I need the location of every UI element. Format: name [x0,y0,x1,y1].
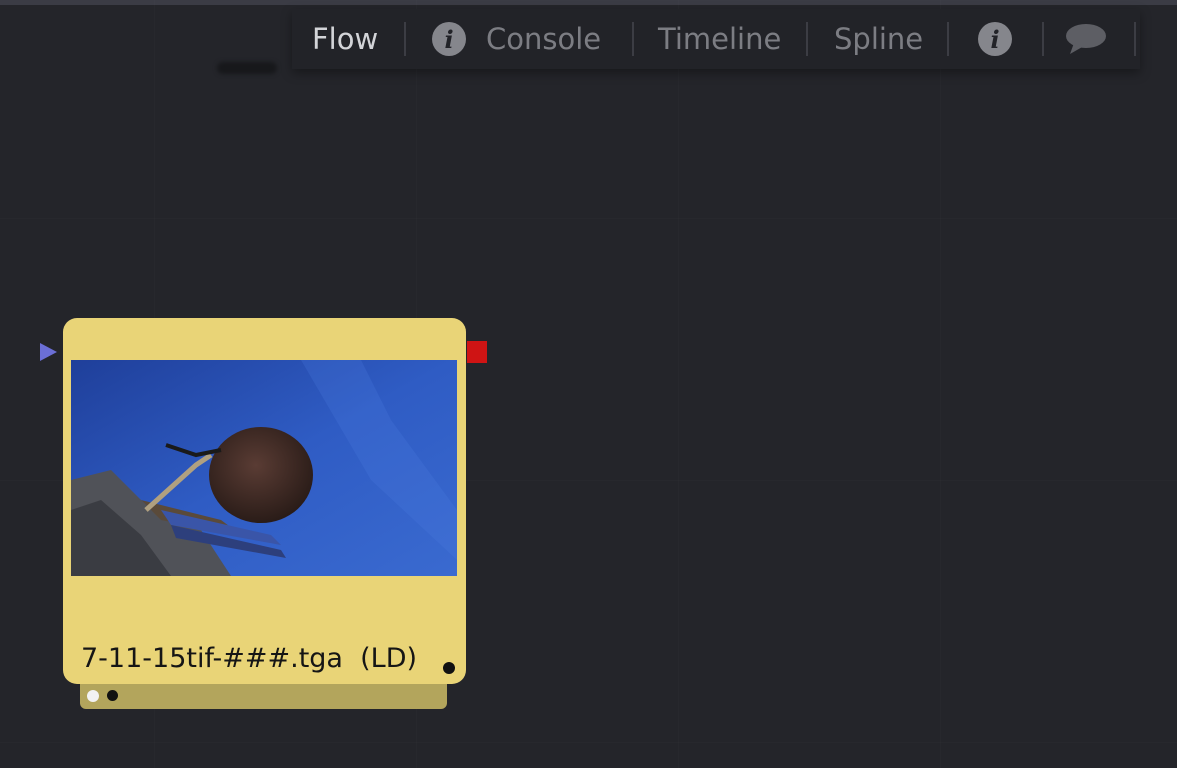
node-status-dot [443,662,455,674]
tab-console-label: Console [486,22,602,56]
speech-bubble-icon [1066,24,1106,54]
tab-timeline-label: Timeline [658,22,782,56]
node-input-arrow[interactable] [40,343,57,361]
tab-separator [1042,22,1044,56]
tab-spline[interactable]: Spline [834,9,923,69]
node-thumbnail [71,360,457,576]
node-settings-tab[interactable] [80,682,447,709]
node-view-indicator-left[interactable] [87,690,99,702]
tab-flow-label: Flow [312,22,379,56]
panel-stub [217,62,277,74]
tab-console[interactable]: i Console [432,9,601,69]
tab-separator [806,22,808,56]
node-view-indicator-right[interactable] [107,690,118,701]
thumbnail-image [71,360,457,576]
node-output-port[interactable] [467,341,487,363]
node-title: 7-11-15tif-###.tga (LD) [81,643,418,674]
info-button[interactable]: i [978,9,1012,69]
tab-separator [1134,22,1136,56]
panel-tab-bar: Flow i Console Timeline Spline i [292,9,1140,69]
info-icon: i [978,22,1012,56]
tab-timeline[interactable]: Timeline [658,9,781,69]
comments-button[interactable] [1064,9,1108,69]
tab-separator [632,22,634,56]
loader-node[interactable]: 7-11-15tif-###.tga (LD) [63,318,466,684]
tab-flow[interactable]: Flow [312,9,378,69]
tab-separator [947,22,949,56]
tab-separator [404,22,406,56]
tab-spline-label: Spline [834,22,924,56]
info-icon: i [432,22,466,56]
